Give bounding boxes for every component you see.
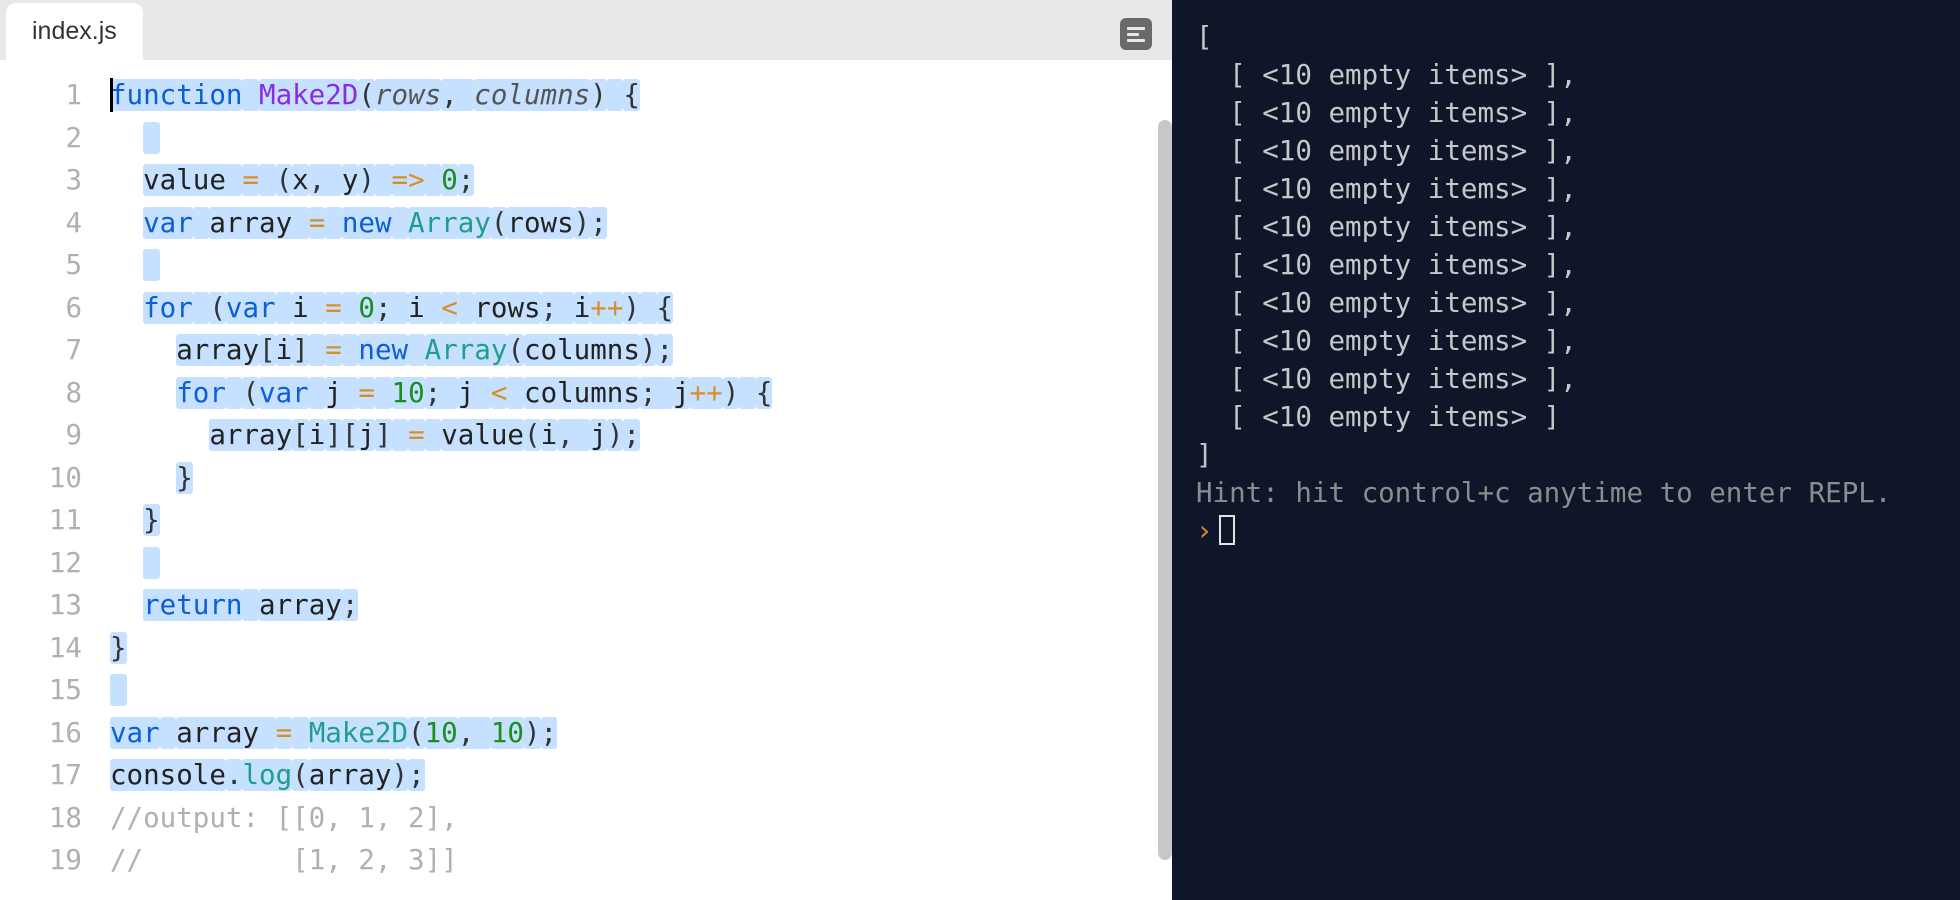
line-number: 15 <box>0 669 82 712</box>
code-line[interactable] <box>110 542 1172 585</box>
code-line[interactable]: value = (x, y) => 0; <box>110 159 1172 202</box>
terminal-line: [ <10 empty items> ], <box>1196 132 1936 170</box>
code-line[interactable] <box>110 244 1172 287</box>
line-number: 19 <box>0 839 82 882</box>
terminal-line: [ <box>1196 18 1936 56</box>
terminal-line: [ <10 empty items> ] <box>1196 398 1936 436</box>
code-line[interactable]: } <box>110 499 1172 542</box>
line-number: 11 <box>0 499 82 542</box>
line-number: 7 <box>0 329 82 372</box>
terminal-line: Hint: hit control+c anytime to enter REP… <box>1196 474 1936 512</box>
terminal-line: [ <10 empty items> ], <box>1196 322 1936 360</box>
code-line[interactable]: for (var j = 10; j < columns; j++) { <box>110 372 1172 415</box>
tab-file[interactable]: index.js <box>6 3 143 60</box>
scrollbar-vertical[interactable] <box>1158 120 1172 860</box>
line-number: 13 <box>0 584 82 627</box>
menu-icon[interactable] <box>1120 18 1152 50</box>
code-line[interactable]: //output: [[0, 1, 2], <box>110 797 1172 840</box>
line-number: 16 <box>0 712 82 755</box>
terminal-pane[interactable]: [ [ <10 empty items> ], [ <10 empty item… <box>1172 0 1960 900</box>
line-number: 9 <box>0 414 82 457</box>
code-content[interactable]: function Make2D(rows, columns) { value =… <box>110 60 1172 900</box>
tab-filename: index.js <box>32 17 117 45</box>
terminal-line: [ <10 empty items> ], <box>1196 284 1936 322</box>
code-line[interactable]: array[i] = new Array(columns); <box>110 329 1172 372</box>
terminal-line: ] <box>1196 436 1936 474</box>
line-number: 6 <box>0 287 82 330</box>
line-number: 14 <box>0 627 82 670</box>
line-number: 17 <box>0 754 82 797</box>
code-line[interactable]: var array = Make2D(10, 10); <box>110 712 1172 755</box>
line-number: 3 <box>0 159 82 202</box>
code-line[interactable]: // [1, 2, 3]] <box>110 839 1172 882</box>
code-area[interactable]: 12345678910111213141516171819 function M… <box>0 60 1172 900</box>
code-line[interactable]: } <box>110 627 1172 670</box>
line-number: 12 <box>0 542 82 585</box>
tab-bar: index.js <box>0 0 1172 60</box>
code-line[interactable] <box>110 669 1172 712</box>
code-line[interactable]: console.log(array); <box>110 754 1172 797</box>
line-number: 8 <box>0 372 82 415</box>
terminal-line: [ <10 empty items> ], <box>1196 56 1936 94</box>
text-cursor <box>110 78 113 112</box>
code-line[interactable]: for (var i = 0; i < rows; i++) { <box>110 287 1172 330</box>
code-line[interactable]: } <box>110 457 1172 500</box>
line-number: 10 <box>0 457 82 500</box>
line-number: 4 <box>0 202 82 245</box>
terminal-prompt-line[interactable]: › <box>1196 512 1936 550</box>
terminal-cursor <box>1219 515 1235 545</box>
code-line[interactable] <box>110 117 1172 160</box>
terminal-line: [ <10 empty items> ], <box>1196 360 1936 398</box>
code-line[interactable]: function Make2D(rows, columns) { <box>110 74 1172 117</box>
terminal-line: [ <10 empty items> ], <box>1196 208 1936 246</box>
line-number: 2 <box>0 117 82 160</box>
line-number: 5 <box>0 244 82 287</box>
prompt-symbol: › <box>1196 515 1213 547</box>
terminal-line: [ <10 empty items> ], <box>1196 170 1936 208</box>
code-line[interactable]: return array; <box>110 584 1172 627</box>
terminal-line: [ <10 empty items> ], <box>1196 94 1936 132</box>
terminal-line: [ <10 empty items> ], <box>1196 246 1936 284</box>
editor-pane: index.js 12345678910111213141516171819 f… <box>0 0 1172 900</box>
line-number: 18 <box>0 797 82 840</box>
line-number-gutter: 12345678910111213141516171819 <box>0 60 110 900</box>
code-line[interactable]: var array = new Array(rows); <box>110 202 1172 245</box>
code-line[interactable]: array[i][j] = value(i, j); <box>110 414 1172 457</box>
line-number: 1 <box>0 74 82 117</box>
